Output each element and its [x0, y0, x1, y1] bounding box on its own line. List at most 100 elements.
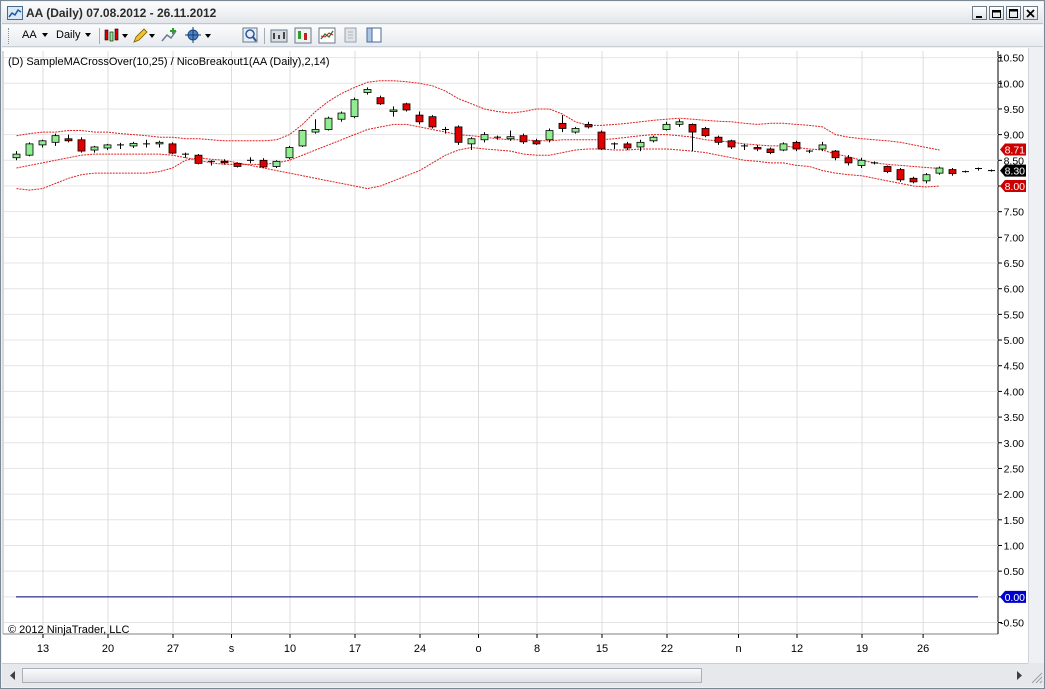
candle-body-down [896, 169, 905, 181]
price-marker: 8.71 [1000, 143, 1026, 157]
x-tick-label: 24 [414, 643, 426, 655]
price-marker: 8.00 [1000, 179, 1026, 193]
candle-body-up [571, 128, 580, 133]
bar-type-icon [104, 28, 128, 42]
instrument-selector[interactable]: AA [22, 27, 48, 44]
candle-body-up [12, 153, 21, 159]
x-tick-label: 12 [791, 643, 803, 655]
strategy-button[interactable] [270, 27, 288, 44]
maximize-icon [1009, 9, 1018, 18]
y-tick-label: 1.50 [1004, 515, 1025, 527]
scroll-thumb[interactable] [22, 668, 702, 683]
toolbar-separator [99, 28, 100, 44]
candle [896, 168, 905, 182]
minimize-icon [976, 16, 982, 18]
y-tick-label: 2.50 [1004, 463, 1025, 475]
candle [25, 142, 34, 157]
price-marker-label: 8.71 [1005, 145, 1026, 157]
zoom-button[interactable] [242, 27, 260, 44]
candle-body-down [792, 141, 801, 150]
y-tick-label: 4.00 [1004, 386, 1025, 398]
bar-type-button[interactable] [104, 27, 130, 44]
candle-body-down [220, 160, 229, 164]
candle [454, 125, 463, 145]
candle [597, 130, 606, 151]
candle-body-up [389, 109, 398, 112]
candle [350, 97, 359, 119]
panel-icon [366, 27, 382, 43]
candle-body-up [480, 134, 489, 141]
chart-window: AA (Daily) 07.08.2012 - 26.11.2012 AA Da… [0, 0, 1045, 689]
y-tick-label: -0.50 [1000, 618, 1024, 630]
y-tick-label: 5.00 [1004, 335, 1025, 347]
candle-body-up [506, 136, 515, 140]
candle-body-up [51, 135, 60, 143]
x-tick-label: 26 [917, 643, 929, 655]
close-button[interactable] [1023, 6, 1038, 20]
y-tick-label: 4.50 [1004, 361, 1025, 373]
candle-body-down [259, 159, 268, 168]
toolbar-grip[interactable] [8, 28, 9, 44]
candle-body-up [38, 140, 47, 146]
candle [272, 160, 281, 169]
chevron-down-icon [85, 33, 92, 38]
y-tick-label: 6.00 [1004, 284, 1025, 296]
candle-body-down [168, 143, 177, 154]
pencil-icon [133, 28, 155, 43]
properties-icon [344, 27, 357, 43]
y-tick-label: 7.50 [1004, 207, 1025, 219]
chart-properties-button[interactable] [366, 27, 384, 44]
chevron-down-icon [41, 33, 48, 38]
candle-body-up [350, 99, 359, 118]
candle-body-up [337, 112, 346, 120]
y-tick-label: 3.50 [1004, 412, 1025, 424]
scroll-right-arrow-icon[interactable] [1012, 668, 1026, 683]
restore-button[interactable] [989, 6, 1004, 20]
candle [298, 129, 307, 147]
candle-body-up [818, 144, 827, 150]
candle-body-down [831, 150, 840, 159]
title-bar[interactable]: AA (Daily) 07.08.2012 - 26.11.2012 [2, 2, 1043, 24]
candle-body-down [883, 166, 892, 173]
scroll-left-arrow-icon[interactable] [6, 668, 20, 683]
y-tick-label: 2.00 [1004, 489, 1025, 501]
y-tick-label: 1.00 [1004, 540, 1025, 552]
crosshair-icon [185, 27, 211, 43]
candle-body-up [649, 136, 658, 142]
horizontal-scrollbar[interactable] [2, 663, 1028, 687]
drawing-tool-button[interactable] [132, 27, 156, 44]
candle [428, 115, 437, 129]
properties-button[interactable] [342, 27, 360, 44]
candle-body-up [545, 130, 554, 141]
candle-body-down [428, 116, 437, 128]
candle-body-down [376, 97, 385, 105]
price-chart[interactable]: 10.5010.009.509.008.508.007.507.006.506.… [2, 48, 1028, 663]
chart-trader-button[interactable] [294, 27, 312, 44]
candle-body-down [532, 140, 541, 145]
interval-selector[interactable]: Daily [56, 27, 92, 44]
minimize-button[interactable] [972, 6, 987, 20]
x-tick-label: 10 [284, 643, 296, 655]
indicators-icon [161, 28, 177, 42]
data-box-button[interactable] [318, 27, 336, 44]
candle-body-up [857, 159, 866, 166]
candle [324, 116, 333, 131]
candle-body-down [714, 136, 723, 143]
crosshair-button[interactable] [184, 27, 212, 44]
candle [285, 145, 294, 160]
x-tick-label: 13 [37, 643, 49, 655]
resize-grip-icon[interactable] [1028, 663, 1044, 687]
candle [779, 142, 788, 152]
maximize-button[interactable] [1006, 6, 1021, 20]
candle-body-down [909, 177, 918, 183]
candle-body-down [558, 122, 567, 129]
candle [77, 137, 86, 153]
chart-toolbar: AA Daily [2, 25, 1043, 47]
add-indicator-button[interactable] [160, 27, 180, 44]
window-title: AA (Daily) 07.08.2012 - 26.11.2012 [26, 6, 217, 20]
candle [883, 165, 892, 174]
interval-label: Daily [56, 29, 81, 41]
candle-body-up [103, 144, 112, 149]
close-icon [1026, 9, 1035, 18]
price-marker-label: 8.30 [1005, 166, 1026, 178]
